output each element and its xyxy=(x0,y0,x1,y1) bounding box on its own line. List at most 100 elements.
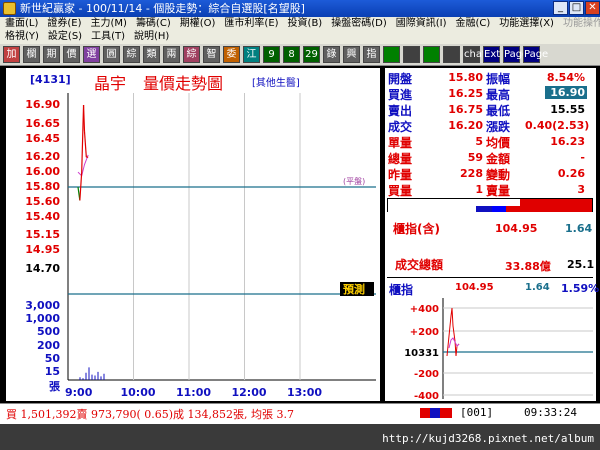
sellvol-value: 3 xyxy=(577,183,585,196)
menu-item[interactable]: 說明(H) xyxy=(134,31,169,42)
price-tick-label: 16.20 xyxy=(25,150,60,164)
prev-value: 228 xyxy=(460,167,483,180)
menu-item[interactable]: 證券(E) xyxy=(47,18,81,29)
toolbar-button[interactable]: 興 xyxy=(343,46,360,63)
toolbar-button[interactable]: 欄 xyxy=(23,46,40,63)
toolbar-button[interactable]: 期 xyxy=(43,46,60,63)
toolbar-button[interactable]: 委 xyxy=(223,46,240,63)
time-tick-label: 9:00 xyxy=(65,386,93,399)
menu-bar-main: 畫面(L) 證券(E) 主力(M) 籌碼(C) 期權(O) 匯市利率(E) 投資(B) 操盤密… xyxy=(0,17,600,31)
amplitude-value: 8.54% xyxy=(546,71,585,84)
menu-item[interactable]: 期權(O) xyxy=(180,18,216,29)
toolbar-button[interactable]: Page xyxy=(503,46,528,63)
avg-label: 均價 xyxy=(486,136,511,150)
time-tick-label: 10:00 xyxy=(120,386,156,399)
change-value: 0.40(2.53) xyxy=(525,119,590,132)
minimize-button[interactable]: _ xyxy=(553,1,568,15)
toolbar-button[interactable]: Page xyxy=(523,46,548,63)
mini-index-value: 104.95 xyxy=(455,282,494,293)
menu-item[interactable]: 設定(S) xyxy=(48,31,82,42)
page-indicator[interactable]: [001] xyxy=(460,406,493,419)
toolbar-button[interactable]: 9 xyxy=(263,46,280,63)
total-label: 總量 xyxy=(388,152,413,166)
maximize-button[interactable]: □ xyxy=(569,1,584,15)
bid-value: 16.25 xyxy=(448,87,483,100)
volume-tick-label: 張 xyxy=(49,380,60,394)
average-price-line xyxy=(77,154,89,177)
bid-label: 買進 xyxy=(388,88,413,102)
mini-index-line xyxy=(446,307,460,357)
volume-tick-label: 50 xyxy=(44,351,60,365)
low-value: 15.55 xyxy=(550,103,585,116)
menu-item[interactable]: 操盤密碼(D) xyxy=(331,18,387,29)
toolbar-button[interactable]: 兩 xyxy=(163,46,180,63)
price-line-segment xyxy=(79,172,83,201)
menu-item[interactable]: 籌碼(C) xyxy=(136,18,171,29)
shift-value: 0.26 xyxy=(557,167,585,180)
price-line-segment xyxy=(83,131,87,158)
open-value: 15.80 xyxy=(448,71,483,84)
toolbar: 加欄期價選圓綜類兩綜智委江 9 8 29 錄興指 chat Ext Page Page xyxy=(0,44,600,66)
mini-tick-label: -400 xyxy=(414,391,439,401)
chart-area: [4131] 晶宇 量價走勢圖 [其他生醫] (平盤) 預測 9:00 10:00 1… xyxy=(6,68,380,401)
toolbar-button[interactable]: 綜 xyxy=(123,46,140,63)
menu-item-disabled: 功能操作(F) xyxy=(562,18,600,29)
toolbar-button[interactable]: 加 xyxy=(3,46,20,63)
amount-value: - xyxy=(580,151,585,164)
toolbar-button[interactable]: 綜 xyxy=(183,46,200,63)
mini-average-line xyxy=(448,337,460,349)
status-color-bar xyxy=(420,408,452,418)
toolbar-button[interactable]: 圓 xyxy=(103,46,120,63)
menu-item[interactable]: 工具(T) xyxy=(91,31,125,42)
forecast-tag: 預測 xyxy=(343,282,365,296)
price-tick-label: 15.80 xyxy=(25,180,60,193)
last-value: 16.20 xyxy=(448,119,483,132)
price-tick-label: 15.15 xyxy=(25,228,60,242)
menu-item[interactable]: 主力(M) xyxy=(91,18,127,29)
high-value: 16.90 xyxy=(545,86,587,99)
ask-value: 16.75 xyxy=(448,103,483,116)
toolbar-button[interactable] xyxy=(423,46,440,63)
menu-item[interactable]: 畫面(L) xyxy=(5,18,38,29)
toolbar-button[interactable]: Ext xyxy=(483,46,500,63)
toolbar-button[interactable]: 價 xyxy=(63,46,80,63)
menu-item[interactable]: 投資(B) xyxy=(288,18,323,29)
toolbar-button[interactable]: 選 xyxy=(83,46,100,63)
toolbar-button[interactable]: 8 xyxy=(283,46,300,63)
toolbar-button[interactable]: 指 xyxy=(363,46,380,63)
open-label: 開盤 xyxy=(388,72,413,86)
toolbar-button[interactable]: 類 xyxy=(143,46,160,63)
app-icon xyxy=(3,2,16,15)
menu-item[interactable]: 國際資訊(I) xyxy=(396,18,447,29)
status-bar: 買 1,501,392賣 973,790( 0.65)成 134,852張, 均… xyxy=(0,403,600,422)
mini-tick-label: +200 xyxy=(410,327,439,338)
close-button[interactable]: ✕ xyxy=(585,1,600,15)
toolbar-button[interactable]: chat xyxy=(463,46,486,63)
time-tick-label: 11:00 xyxy=(176,386,212,399)
toolbar-button[interactable] xyxy=(383,46,400,63)
menu-item[interactable]: 功能選擇(X) xyxy=(499,18,554,29)
window-title: 新世紀贏家 - 100/11/14 - 個股走勢：綜合自選股[名望股] xyxy=(20,2,305,15)
otc-value: 104.95 xyxy=(495,222,538,235)
toolbar-button[interactable]: 江 xyxy=(243,46,260,63)
toolbar-button[interactable] xyxy=(443,46,460,63)
menu-item[interactable]: 匯市利率(E) xyxy=(224,18,278,29)
volume-tick-label: 3,000 xyxy=(25,299,60,312)
turnover-extra: 25.1 xyxy=(567,258,595,271)
mini-tick-label: +400 xyxy=(410,304,439,315)
quote-panel: 開盤 15.80 振幅 8.54% 買進 16.25 最高 16.90 賣出 1… xyxy=(385,68,599,401)
last-label: 成交 xyxy=(388,120,413,134)
price-tick-label: 15.40 xyxy=(25,209,60,223)
toolbar-button[interactable]: 錄 xyxy=(323,46,340,63)
toolbar-button[interactable]: 智 xyxy=(203,46,220,63)
low-label: 最低 xyxy=(486,104,511,118)
toolbar-button[interactable] xyxy=(403,46,420,63)
price-tick-label: 14.95 xyxy=(25,243,60,257)
amplitude-label: 振幅 xyxy=(486,72,511,86)
mini-index-chart: +400 +200 10331 -200 -400 xyxy=(404,298,593,401)
status-summary: 買 1,501,392賣 973,790( 0.65)成 134,852張, 均… xyxy=(6,408,295,421)
menu-item[interactable]: 金融(C) xyxy=(456,18,491,29)
toolbar-button[interactable]: 29 xyxy=(303,46,320,63)
menu-item[interactable]: 格視(Y) xyxy=(5,31,39,42)
title-bar: 新世紀贏家 - 100/11/14 - 個股走勢：綜合自選股[名望股] _ □ … xyxy=(0,0,600,17)
